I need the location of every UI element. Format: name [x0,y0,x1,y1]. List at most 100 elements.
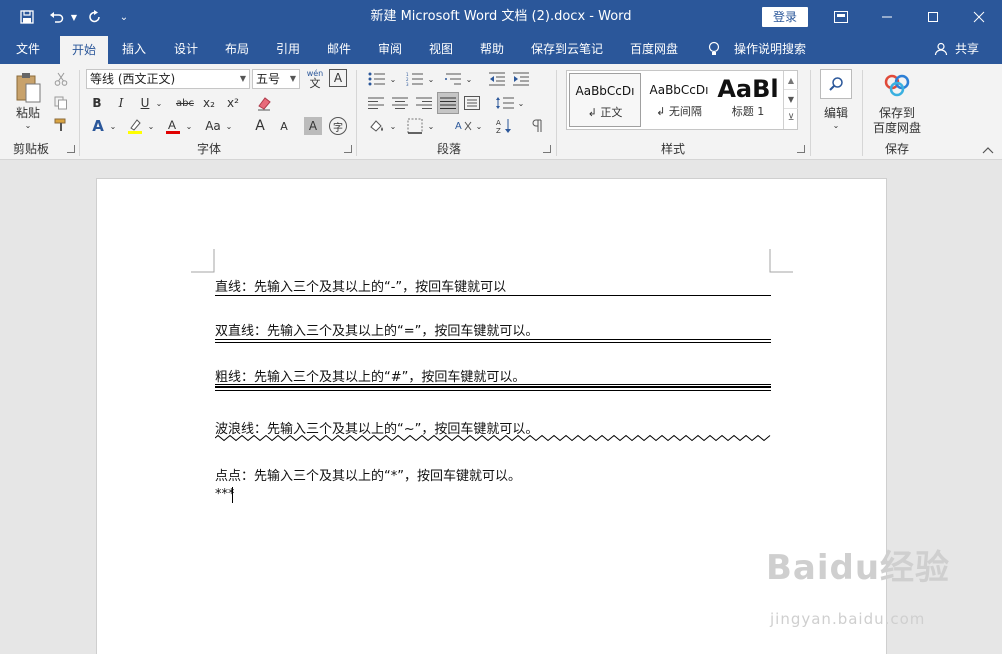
tab-design[interactable]: 设计 [164,34,208,64]
superscript-button[interactable]: x² [224,94,242,112]
multilevel-list-icon[interactable] [442,69,464,89]
shading-icon[interactable] [366,116,388,136]
bullets-dropdown-icon[interactable]: ⌄ [388,69,398,89]
styles-scroll-up-icon[interactable]: ▲ [784,71,798,90]
justify-icon[interactable] [437,92,459,114]
style-heading-1[interactable]: AaBl 标题 1 [715,73,781,127]
tab-baidu-netdisk[interactable]: 百度网盘 [622,34,686,64]
change-case-dropdown-icon[interactable]: ⌄ [224,116,234,136]
underline-dropdown-icon[interactable]: ⌄ [154,94,164,112]
editing-button[interactable]: 编辑 [816,104,856,120]
style-normal[interactable]: AaBbCcDı ↲ 正文 [569,73,641,127]
font-name-select[interactable]: 等线 (西文正文) ▼ [86,69,250,89]
minimize-icon[interactable] [864,0,910,34]
chinese-layout-icon[interactable]: A [452,116,474,136]
increase-indent-icon[interactable] [510,69,532,89]
font-color-dropdown-icon[interactable]: ⌄ [184,116,194,136]
save-to-line2[interactable]: 百度网盘 [868,119,926,135]
subscript-button[interactable]: x₂ [200,94,218,112]
tab-help[interactable]: 帮助 [470,34,514,64]
tell-me-search[interactable]: 操作说明搜索 [728,34,812,64]
cut-icon[interactable] [52,70,70,88]
customize-toolbar-icon[interactable]: ⌄ [116,0,132,34]
line-spacing-dropdown-icon[interactable]: ⌄ [516,93,526,113]
align-left-icon[interactable] [366,93,386,113]
enclose-characters-button[interactable]: 字 [329,117,347,135]
collapse-ribbon-icon[interactable] [980,144,996,156]
character-border-button[interactable]: A [329,69,347,87]
highlight-icon[interactable] [124,116,146,136]
tab-save-cloud-note[interactable]: 保存到云笔记 [524,34,610,64]
maximize-icon[interactable] [910,0,956,34]
styles-scroll-down-icon[interactable]: ▼ [784,90,798,109]
undo-dropdown-icon[interactable]: ▼ [68,0,80,34]
text-effects-icon[interactable]: A [88,116,108,136]
shrink-font-button[interactable]: A [274,116,294,136]
show-marks-icon[interactable] [526,116,548,136]
italic-button[interactable]: I [112,94,130,112]
paste-button[interactable]: 粘贴 [10,104,46,120]
shading-dropdown-icon[interactable]: ⌄ [388,116,398,136]
paste-dropdown-icon[interactable]: ⌄ [20,120,36,130]
redo-icon[interactable] [84,0,106,34]
doc-line-thick[interactable]: 粗线：先输入三个及其以上的“#”，按回车键就可以。 [215,366,525,385]
tab-home[interactable]: 开始 [60,36,108,64]
paragraph-launcher-icon[interactable] [543,145,551,153]
clear-formatting-icon[interactable] [254,93,274,113]
font-size-select[interactable]: 五号 ▼ [252,69,300,89]
tab-insert[interactable]: 插入 [112,34,156,64]
style-no-spacing[interactable]: AaBbCcDı ↲ 无间隔 [643,73,715,127]
chinese-layout-dropdown-icon[interactable]: ⌄ [474,116,484,136]
underline-button[interactable]: U [136,94,154,112]
tab-view[interactable]: 视图 [419,34,463,64]
login-button[interactable]: 登录 [762,7,808,27]
clipboard-launcher-icon[interactable] [67,145,75,153]
close-icon[interactable] [956,0,1002,34]
align-center-icon[interactable] [390,93,410,113]
highlight-dropdown-icon[interactable]: ⌄ [146,116,156,136]
styles-more-icon[interactable]: ⊻ [784,109,798,127]
change-case-button[interactable]: Aa [202,116,224,136]
undo-icon[interactable] [46,0,68,34]
multilevel-dropdown-icon[interactable]: ⌄ [464,69,474,89]
bullets-icon[interactable] [366,69,388,89]
strikethrough-button[interactable]: abc [172,94,198,112]
tab-file[interactable]: 文件 [6,34,50,64]
format-painter-icon[interactable] [52,116,70,134]
numbering-icon[interactable]: 123 [404,69,426,89]
lightbulb-icon[interactable] [704,34,724,64]
phonetic-guide-button[interactable]: wén 文 [304,68,326,90]
font-launcher-icon[interactable] [344,145,352,153]
align-right-icon[interactable] [414,93,434,113]
tab-references[interactable]: 引用 [266,34,310,64]
decrease-indent-icon[interactable] [486,69,508,89]
paste-icon[interactable] [10,70,46,106]
text-effects-dropdown-icon[interactable]: ⌄ [108,116,118,136]
sort-icon[interactable]: AZ [494,116,516,136]
find-search-icon[interactable] [820,69,852,99]
doc-line-dotted[interactable]: 点点：先输入三个及其以上的“*”，按回车键就可以。 [215,465,521,484]
tab-layout[interactable]: 布局 [215,34,259,64]
bold-button[interactable]: B [88,94,106,112]
tab-mailings[interactable]: 邮件 [317,34,361,64]
ribbon-display-options-icon[interactable] [818,0,864,34]
styles-scrollbar[interactable]: ▲ ▼ ⊻ [783,71,798,129]
grow-font-button[interactable]: A [250,116,270,136]
character-shading-button[interactable]: A [304,117,322,135]
borders-dropdown-icon[interactable]: ⌄ [426,116,436,136]
share-button[interactable]: 共享 [950,34,984,64]
baidu-netdisk-icon[interactable] [882,72,912,98]
borders-icon[interactable] [404,116,426,136]
line-spacing-icon[interactable] [494,93,516,113]
font-color-icon[interactable]: A [162,116,184,136]
doc-line-straight[interactable]: 直线：先输入三个及其以上的“-”，按回车键就可以 [215,276,506,295]
distributed-align-icon[interactable] [462,93,482,113]
styles-launcher-icon[interactable] [797,145,805,153]
numbering-dropdown-icon[interactable]: ⌄ [426,69,436,89]
copy-icon[interactable] [52,94,70,112]
doc-line-double[interactable]: 双直线：先输入三个及其以上的“=”，按回车键就可以。 [215,320,538,339]
editing-dropdown-icon[interactable]: ⌄ [828,120,844,130]
share-person-icon[interactable] [932,34,950,64]
tab-review[interactable]: 审阅 [368,34,412,64]
save-icon[interactable] [14,0,40,34]
